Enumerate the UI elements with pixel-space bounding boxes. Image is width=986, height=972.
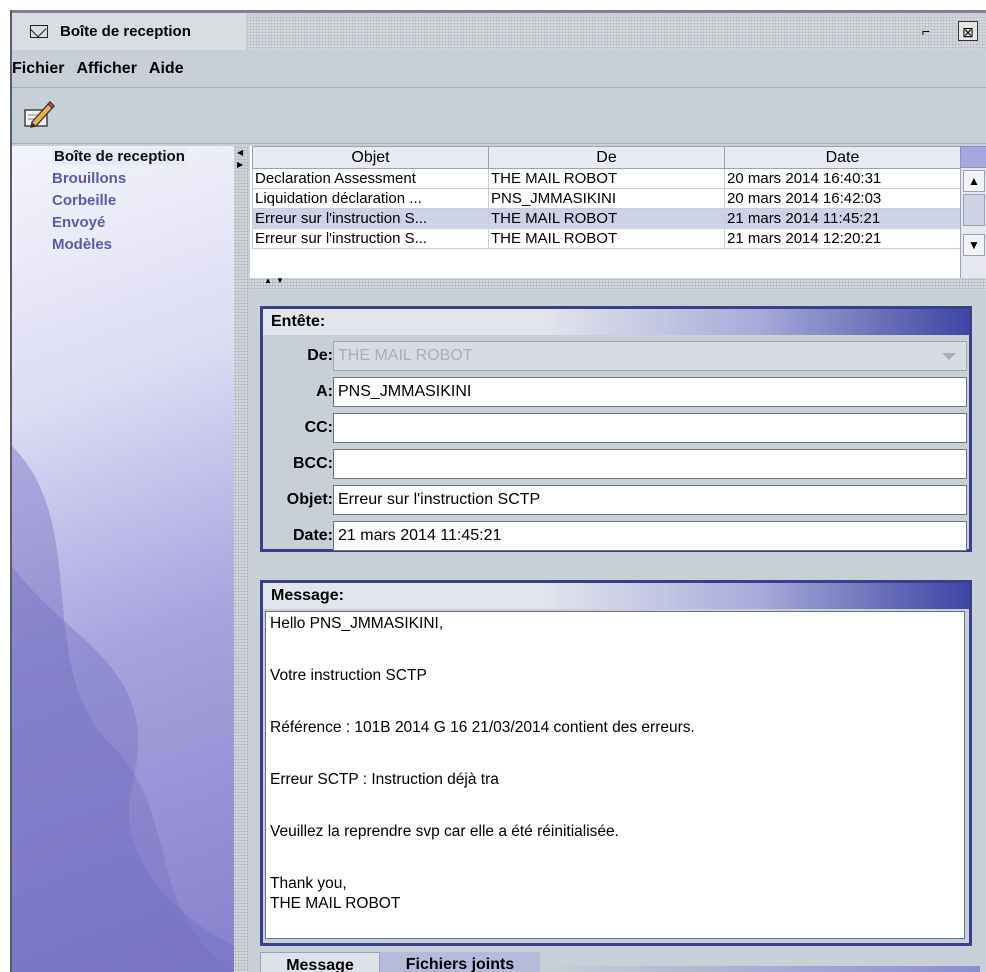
menu-aide[interactable]: Aide	[149, 60, 184, 78]
cell-objet: Declaration Assessment	[252, 168, 489, 189]
cc-label: CC:	[304, 419, 333, 436]
collapse-up-icon[interactable]: ▲	[264, 276, 272, 285]
chevron-down-icon[interactable]	[942, 353, 956, 360]
folder-label: Modèles	[52, 236, 113, 253]
message-line: Thank you,	[270, 875, 347, 892]
menu-fichier[interactable]: Fichier	[12, 60, 64, 78]
message-body[interactable]: Hello PNS_JMMASIKINI, Votre instruction …	[265, 611, 965, 939]
sidebar-splitter[interactable]: ◀ ▶	[234, 146, 248, 972]
folder-label: Brouillons	[52, 170, 127, 187]
row-objet: Objet:	[263, 485, 335, 515]
objet-field[interactable]: Erreur sur l'instruction SCTP	[333, 485, 967, 515]
table-row-selected[interactable]: Erreur sur l'instruction S... THE MAIL R…	[252, 208, 961, 229]
message-line: Erreur SCTP : Instruction déjà tra	[270, 771, 499, 788]
message-panel: Message: Hello PNS_JMMASIKINI, Votre ins…	[260, 580, 972, 946]
cell-date: 20 mars 2014 16:42:03	[724, 188, 961, 209]
title-bar: Boîte de reception ⌐ ⊠	[12, 10, 986, 50]
message-table: Objet De Date Declaration Assessment THE…	[252, 146, 961, 249]
tab-message[interactable]: Message	[260, 952, 380, 972]
row-cc: CC:	[263, 413, 335, 443]
row-bcc: BCC:	[263, 449, 335, 479]
cell-objet: Liquidation déclaration ...	[252, 188, 489, 209]
detail-tabs: Message Fichiers joints	[260, 952, 980, 972]
toolbar	[12, 88, 986, 144]
message-line: Votre instruction SCTP	[270, 667, 427, 684]
a-label: A:	[316, 383, 333, 400]
message-list: Objet De Date Declaration Assessment THE…	[250, 146, 986, 278]
row-de: De:	[263, 341, 335, 371]
restore-button[interactable]: ⌐	[916, 21, 936, 41]
list-splitter[interactable]: ▲ ▼	[250, 276, 986, 290]
row-a: A:	[263, 377, 335, 407]
mail-window: Boîte de reception ⌐ ⊠ Fichier Afficher …	[10, 10, 986, 972]
folder-trash[interactable]: Corbeille	[12, 190, 234, 212]
date-label: Date:	[292, 527, 333, 544]
pencil-icon	[24, 101, 55, 128]
row-date: Date:	[263, 521, 335, 551]
cell-date: 21 mars 2014 12:20:21	[724, 228, 961, 249]
table-row[interactable]: Liquidation déclaration ... PNS_JMMASIKI…	[252, 188, 961, 209]
sidebar-wave-decoration	[12, 446, 234, 972]
scroll-up-button[interactable]: ▲	[963, 170, 985, 192]
menu-bar: Fichier Afficher Aide	[12, 50, 986, 88]
folder-inbox[interactable]: Boîte de reception	[12, 146, 234, 168]
header-panel: Entête: De: THE MAIL ROBOT A: PNS_JMMASI…	[260, 306, 972, 552]
cell-de: THE MAIL ROBOT	[488, 168, 725, 189]
expand-down-icon[interactable]: ▼	[276, 276, 284, 285]
tab-attachments[interactable]: Fichiers joints	[380, 952, 540, 972]
title-area: Boîte de reception	[12, 13, 246, 50]
column-header-objet[interactable]: Objet	[252, 146, 489, 169]
message-line: THE MAIL ROBOT	[270, 895, 401, 912]
menu-afficher[interactable]: Afficher	[76, 60, 136, 78]
folder-sidebar: Boîte de reception Brouillons Corbeille …	[12, 146, 234, 972]
tab-strip-fill	[540, 966, 980, 972]
message-detail: Entête: De: THE MAIL ROBOT A: PNS_JMMASI…	[250, 290, 986, 972]
cell-date: 20 mars 2014 16:40:31	[724, 168, 961, 189]
expand-right-icon[interactable]: ▶	[237, 160, 243, 169]
folder-label: Boîte de reception	[52, 148, 187, 165]
cell-objet: Erreur sur l'instruction S...	[252, 228, 489, 249]
header-panel-title: Entête:	[263, 309, 969, 335]
collapse-left-icon[interactable]: ◀	[237, 148, 243, 157]
folder-label: Envoyé	[52, 214, 106, 231]
compose-button[interactable]	[22, 98, 56, 130]
column-header-de[interactable]: De	[488, 146, 725, 169]
de-value: THE MAIL ROBOT	[338, 347, 473, 364]
window-title: Boîte de reception	[60, 23, 191, 40]
a-field[interactable]: PNS_JMMASIKINI	[333, 377, 967, 407]
cell-de: PNS_JMMASIKINI	[488, 188, 725, 209]
scroll-thumb[interactable]	[963, 194, 985, 226]
message-line: Référence : 101B 2014 G 16 21/03/2014 co…	[270, 719, 695, 736]
scroll-down-button[interactable]: ▼	[963, 234, 985, 256]
cell-de: THE MAIL ROBOT	[488, 228, 725, 249]
de-label: De:	[307, 347, 333, 364]
bcc-label: BCC:	[293, 455, 333, 472]
table-row[interactable]: Erreur sur l'instruction S... THE MAIL R…	[252, 228, 961, 249]
message-panel-title: Message:	[263, 583, 969, 609]
folder-templates[interactable]: Modèles	[12, 234, 234, 256]
bcc-field[interactable]	[333, 449, 967, 479]
de-dropdown[interactable]: THE MAIL ROBOT	[333, 341, 967, 371]
cell-de: THE MAIL ROBOT	[488, 208, 725, 229]
folder-label: Corbeille	[52, 192, 117, 209]
envelope-icon	[30, 25, 48, 38]
cell-objet: Erreur sur l'instruction S...	[252, 208, 489, 229]
message-line: Veuillez la reprendre svp car elle a été…	[270, 823, 619, 840]
close-button[interactable]: ⊠	[958, 21, 978, 41]
cell-date: 21 mars 2014 11:45:21	[724, 208, 961, 229]
date-field[interactable]: 21 mars 2014 11:45:21	[333, 521, 967, 551]
table-corner	[960, 146, 986, 168]
table-scrollbar[interactable]: ▲ ▼	[960, 168, 986, 278]
table-row[interactable]: Declaration Assessment THE MAIL ROBOT 20…	[252, 168, 961, 189]
folder-sent[interactable]: Envoyé	[12, 212, 234, 234]
objet-label: Objet:	[286, 491, 333, 508]
column-header-date[interactable]: Date	[724, 146, 961, 169]
cc-field[interactable]	[333, 413, 967, 443]
folder-drafts[interactable]: Brouillons	[12, 168, 234, 190]
message-line: Hello PNS_JMMASIKINI,	[270, 615, 444, 632]
